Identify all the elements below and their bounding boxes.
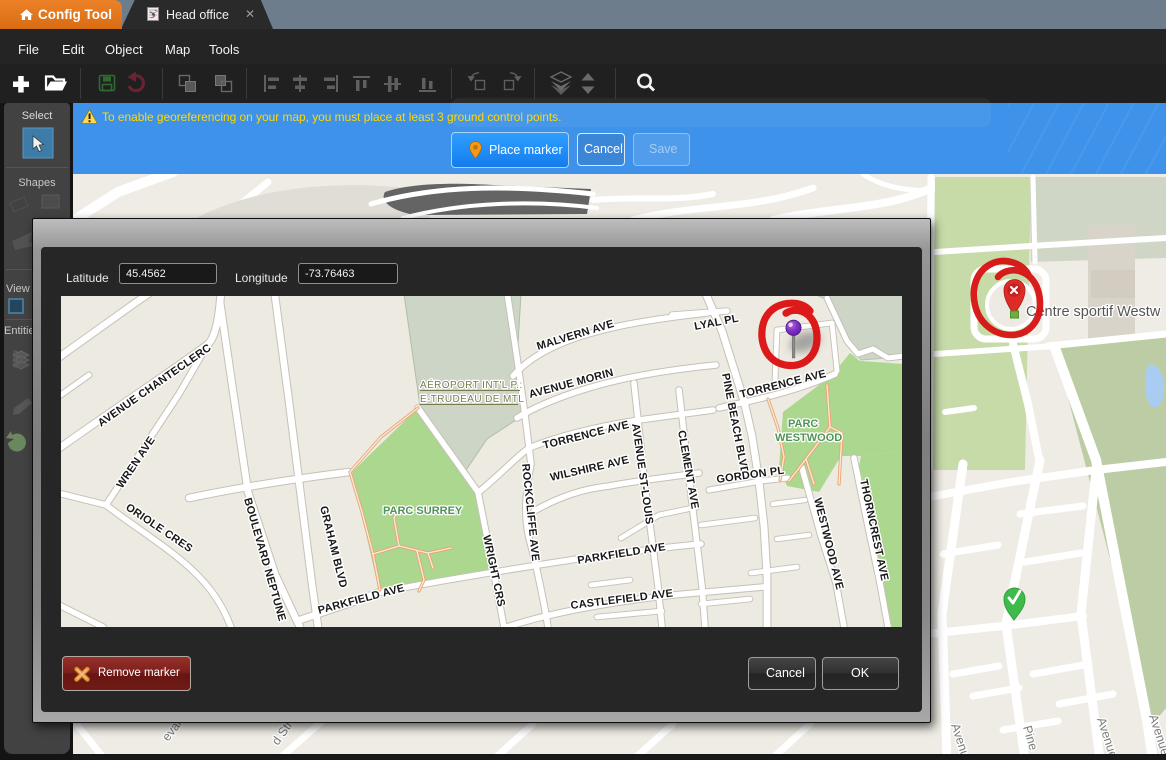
svg-text:AÉROPORT INT'L P.:: AÉROPORT INT'L P.: [420, 378, 523, 391]
svg-text:View: View [6, 283, 30, 295]
svg-text:PARC: PARC [788, 418, 818, 430]
svg-text:Centre sportif Westw: Centre sportif Westw [1026, 304, 1161, 320]
svg-text:WESTWOOD: WESTWOOD [775, 432, 842, 444]
svg-text:E-TRUDEAU DE MTL: E-TRUDEAU DE MTL [420, 394, 524, 405]
svg-text:PARC SURREY: PARC SURREY [383, 505, 463, 517]
svg-text:Select: Select [22, 110, 53, 122]
svg-text:Shapes: Shapes [18, 177, 56, 189]
